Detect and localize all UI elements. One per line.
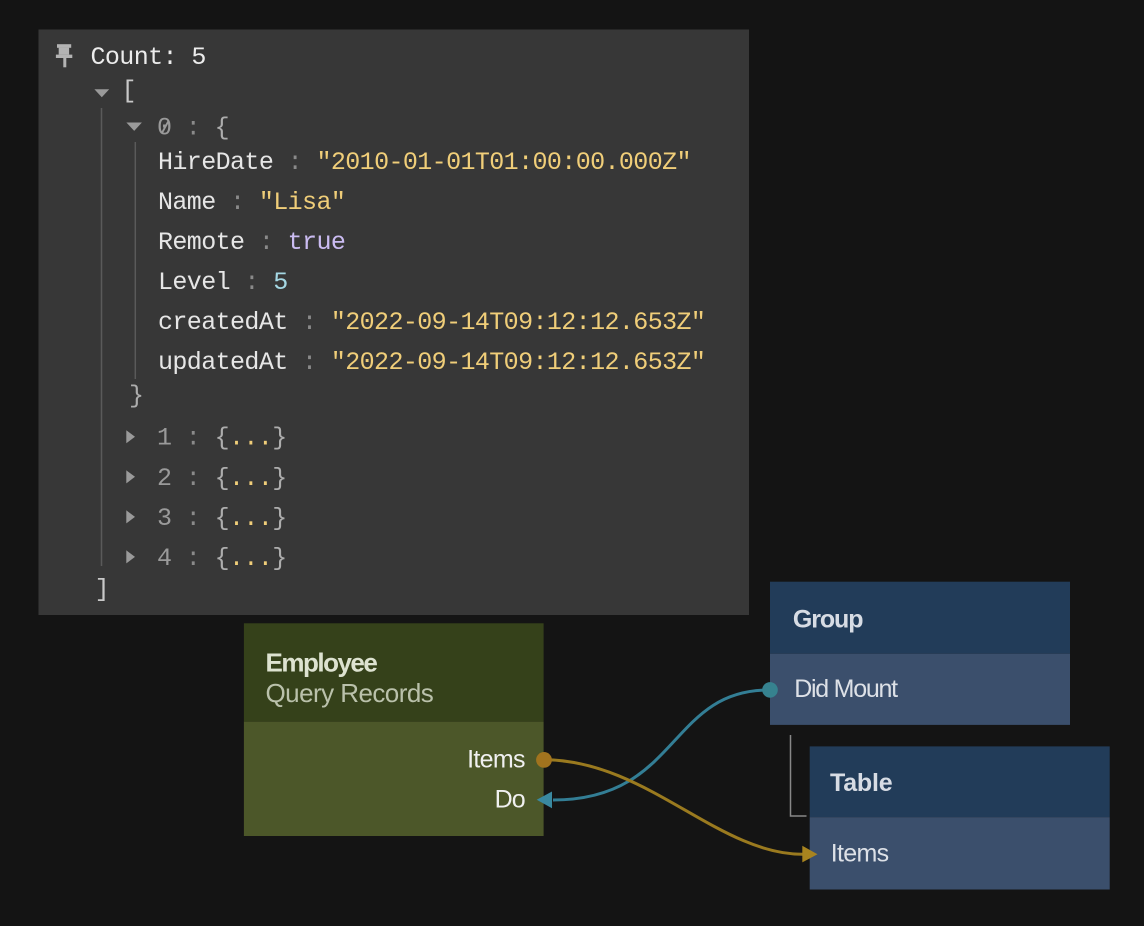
svg-text:Items: Items	[831, 839, 889, 867]
svg-text:Table: Table	[830, 769, 893, 797]
svg-text:3 : {...}: 3 : {...}	[157, 504, 287, 533]
svg-text:2 : {...}: 2 : {...}	[157, 464, 287, 493]
svg-text:0 : {: 0 : {	[157, 114, 229, 143]
svg-text:]: ]	[95, 575, 109, 604]
svg-text:Level : 5: Level : 5	[158, 268, 288, 297]
svg-text:Employee: Employee	[266, 648, 378, 678]
svg-text:Items: Items	[467, 746, 525, 774]
svg-text:1 : {...}: 1 : {...}	[157, 424, 287, 453]
svg-text:Group: Group	[793, 606, 863, 634]
svg-text:}: }	[129, 382, 143, 411]
svg-text:HireDate : "2010-01-01T01:00:0: HireDate : "2010-01-01T01:00:00.000Z"	[158, 148, 691, 177]
svg-text:4 : {...}: 4 : {...}	[157, 544, 287, 573]
svg-text:Do: Do	[495, 786, 525, 814]
svg-text:updatedAt : "2022-09-14T09:12:: updatedAt : "2022-09-14T09:12:12.653Z"	[158, 348, 705, 377]
svg-text:Count: 5: Count: 5	[91, 43, 206, 72]
svg-text:Name : "Lisa": Name : "Lisa"	[158, 188, 345, 217]
svg-text:createdAt : "2022-09-14T09:12:: createdAt : "2022-09-14T09:12:12.653Z"	[158, 308, 705, 337]
svg-text:Did Mount: Did Mount	[794, 675, 898, 703]
svg-text:[: [	[122, 77, 136, 106]
svg-text:Remote : true: Remote : true	[158, 228, 345, 257]
svg-text:Query Records: Query Records	[266, 678, 434, 708]
